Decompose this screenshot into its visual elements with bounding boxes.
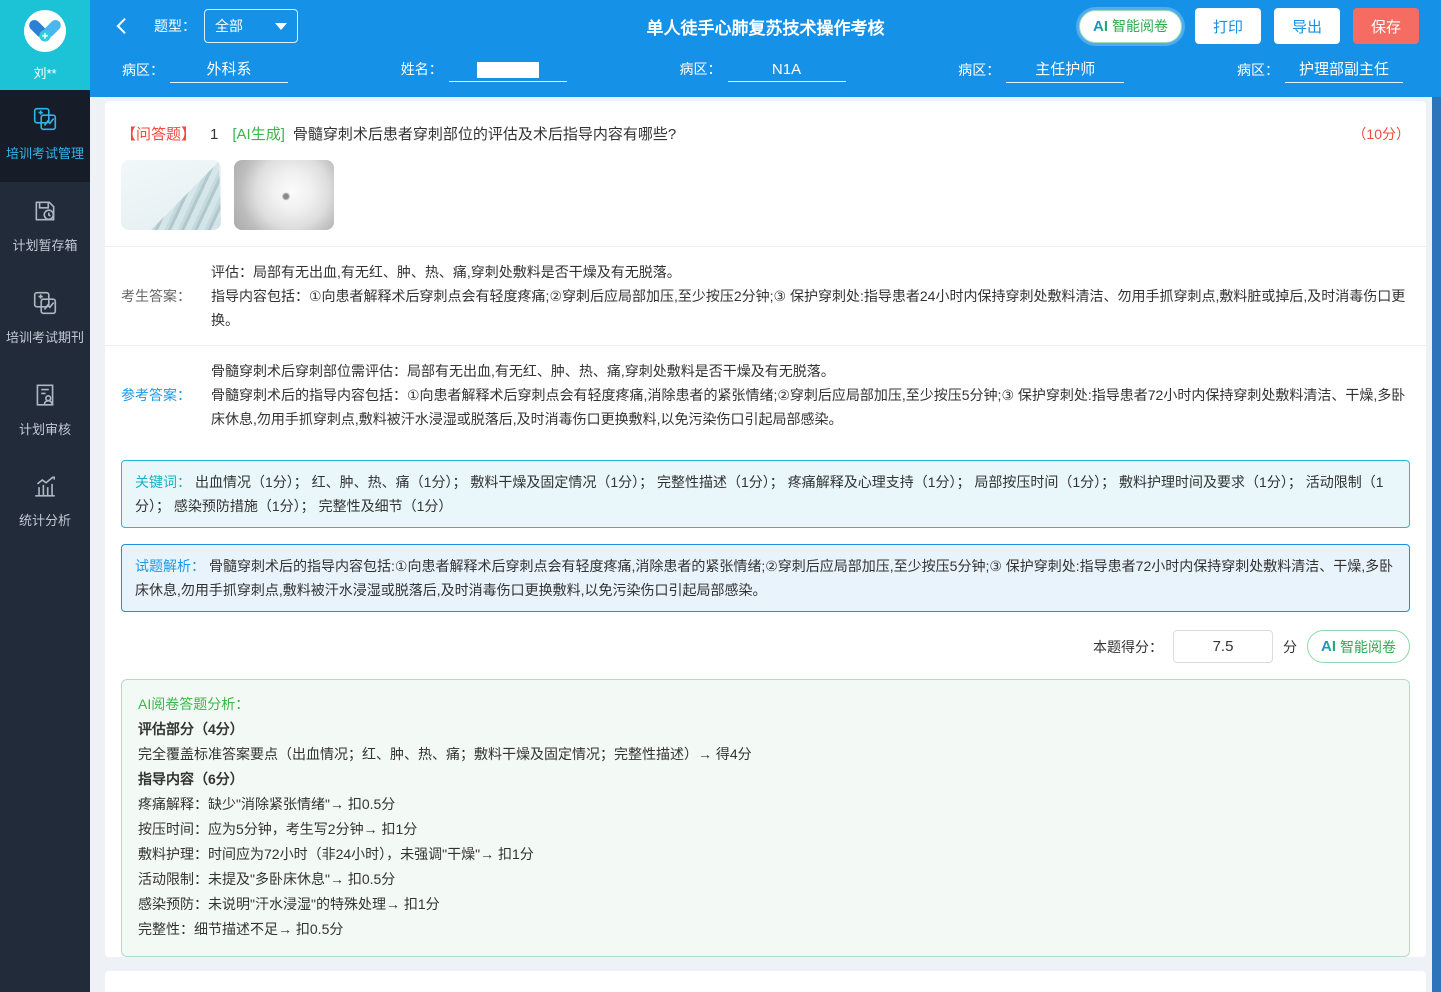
plan-review-icon bbox=[32, 382, 58, 413]
reference-answer-text: 骨髓穿刺术后穿刺部位需评估：局部有无出血,有无红、肿、热、痛,穿刺处敷料是否干燥… bbox=[211, 359, 1410, 431]
reference-answer-row: 参考答案： 骨髓穿刺术后穿刺部位需评估：局部有无出血,有无红、肿、热、痛,穿刺处… bbox=[105, 346, 1426, 444]
analysis-text: 骨髓穿刺术后的指导内容包括:①向患者解释术后穿刺点会有轻度疼痛,消除患者的紧张情… bbox=[135, 558, 1393, 598]
ward-value[interactable]: 外科系 bbox=[170, 58, 288, 83]
ai-analysis-line: 疼痛解释：缺少"消除紧张情绪"→ 扣0.5分 bbox=[138, 792, 1393, 817]
question-max-score: （10分） bbox=[1352, 124, 1410, 144]
ai-analysis-line: 活动限制：未提及"多卧床休息"→ 扣0.5分 bbox=[138, 867, 1393, 892]
statistics-icon bbox=[32, 473, 58, 504]
ai-analysis-title: AI阅卷答题分析： bbox=[138, 692, 1393, 717]
question-card-1: 【问答题】 1 [AI生成] 骨髓穿刺术后患者穿刺部位的评估及术后指导内容有哪些… bbox=[105, 101, 1426, 957]
user-name: 刘** bbox=[33, 63, 56, 82]
vertical-scrollbar[interactable] bbox=[1432, 97, 1441, 992]
question-type-label: 题型： bbox=[154, 16, 196, 36]
question-card-2: 【问答题】 2 [AI生成] 骨髓穿刺术后患者穿刺部位的评估及术后指导内容有哪些… bbox=[105, 971, 1426, 992]
ai-analysis-line: 按压时间：应为5分钟，考生写2分钟→ 扣1分 bbox=[138, 817, 1393, 842]
save-button[interactable]: 保存 bbox=[1353, 8, 1419, 44]
sidebar: 刘** 培训考试管理 计划暂 bbox=[0, 0, 90, 992]
chevron-down-icon bbox=[275, 23, 287, 30]
question-header: 【问答题】 1 [AI生成] 骨髓穿刺术后患者穿刺部位的评估及术后指导内容有哪些… bbox=[105, 101, 1426, 144]
question-header: 【问答题】 2 [AI生成] 骨髓穿刺术后患者穿刺部位的评估及术后指导内容有哪些… bbox=[105, 971, 1426, 992]
analysis-label: 试题解析： bbox=[135, 558, 205, 574]
question-analysis-box: 试题解析：骨髓穿刺术后的指导内容包括:①向患者解释术后穿刺点会有轻度疼痛,消除患… bbox=[121, 544, 1410, 612]
plan-draftbox-icon bbox=[32, 198, 58, 229]
sidebar-item-label: 计划审核 bbox=[19, 421, 71, 440]
exam-management-icon bbox=[32, 106, 58, 137]
question-image-building[interactable] bbox=[121, 160, 221, 230]
score-unit: 分 bbox=[1283, 637, 1297, 657]
ai-analysis-line: 完整性：细节描述不足→ 扣0.5分 bbox=[138, 917, 1393, 942]
ai-analysis-line: 敷料护理：时间应为72小时（非24小时），未强调"干燥"→ 扣1分 bbox=[138, 842, 1393, 867]
app-logo-heart-icon bbox=[23, 9, 67, 58]
ward-value-4[interactable]: 护理部副主任 bbox=[1285, 58, 1403, 83]
ward-field-2: 病区： N1A bbox=[680, 59, 846, 82]
ai-logo-icon: AI bbox=[1321, 638, 1336, 655]
header-toolbar: 题型： 全部 单人徒手心肺复苏技术操作考核 AI 智能阅卷 打印 导出 保存 bbox=[90, 0, 1441, 52]
ai-grade-button[interactable]: AI 智能阅卷 bbox=[1079, 10, 1182, 43]
print-button[interactable]: 打印 bbox=[1195, 8, 1261, 44]
question-image-spiral[interactable] bbox=[234, 160, 334, 230]
app-root: 刘** 培训考试管理 计划暂 bbox=[0, 0, 1441, 992]
reference-answer-label: 参考答案： bbox=[121, 359, 211, 431]
keywords-box: 关键词：出血情况（1分）； 红、肿、热、痛（1分）； 敷料干燥及固定情况（1分）… bbox=[121, 460, 1410, 528]
student-answer-label: 考生答案： bbox=[121, 260, 211, 332]
page-header: 题型： 全部 单人徒手心肺复苏技术操作考核 AI 智能阅卷 打印 导出 保存 bbox=[90, 0, 1441, 97]
ai-grade-question-button[interactable]: AI 智能阅卷 bbox=[1307, 630, 1410, 663]
redaction-block bbox=[477, 62, 539, 78]
question-type-tag: 【问答题】 bbox=[121, 123, 196, 144]
sidebar-item-label: 培训考试管理 bbox=[6, 145, 84, 164]
student-answer-row: 考生答案： 评估：局部有无出血,有无红、肿、热、痛,穿刺处敷料是否干燥及有无脱落… bbox=[105, 247, 1426, 345]
scrollbar-thumb[interactable] bbox=[1432, 97, 1441, 992]
back-button[interactable] bbox=[112, 13, 138, 39]
ai-analysis-line: 感染预防：未说明"汗水浸湿"的特殊处理→ 扣1分 bbox=[138, 892, 1393, 917]
question-type-value: 全部 bbox=[215, 16, 275, 36]
ward-field-3: 病区： 主任护师 bbox=[958, 58, 1124, 83]
user-avatar[interactable]: 刘** bbox=[0, 0, 90, 90]
ward-field: 病区： 外科系 bbox=[122, 58, 288, 83]
sidebar-item-plan-review[interactable]: 计划审核 bbox=[0, 366, 90, 458]
exam-info-bar: 病区： 外科系 姓名： 病区： N1A 病区： 主任护师 病区： 护理部副 bbox=[90, 52, 1441, 97]
question-type-select[interactable]: 全部 bbox=[204, 9, 298, 43]
score-row: 本题得分： 分 AI 智能阅卷 bbox=[105, 612, 1426, 663]
page-title: 单人徒手心肺复苏技术操作考核 bbox=[647, 14, 885, 39]
keywords-text: 出血情况（1分）； 红、肿、热、痛（1分）； 敷料干燥及固定情况（1分）； 完整… bbox=[135, 474, 1384, 514]
name-field: 姓名： bbox=[401, 59, 567, 82]
student-answer-text: 评估：局部有无出血,有无红、肿、热、痛,穿刺处敷料是否干燥及有无脱落。 指导内容… bbox=[211, 260, 1410, 332]
question-number: 1 bbox=[210, 126, 218, 143]
question-text: 骨髓穿刺术后患者穿刺部位的评估及术后指导内容有哪些? bbox=[293, 123, 676, 144]
sidebar-item-statistics[interactable]: 统计分析 bbox=[0, 457, 90, 549]
exam-journal-icon bbox=[32, 290, 58, 321]
ward-field-4: 病区： 护理部副主任 bbox=[1237, 58, 1403, 83]
score-input[interactable] bbox=[1173, 630, 1273, 663]
sidebar-item-label: 计划暂存箱 bbox=[12, 237, 77, 256]
sidebar-item-plan-draftbox[interactable]: 计划暂存箱 bbox=[0, 182, 90, 274]
ai-analysis-section-title: 指导内容（6分） bbox=[138, 767, 1393, 792]
main-panel: 题型： 全部 单人徒手心肺复苏技术操作考核 AI 智能阅卷 打印 导出 保存 bbox=[90, 0, 1441, 992]
sidebar-item-exam-management[interactable]: 培训考试管理 bbox=[0, 90, 90, 182]
content-scroll-area[interactable]: 【问答题】 1 [AI生成] 骨髓穿刺术后患者穿刺部位的评估及术后指导内容有哪些… bbox=[90, 97, 1441, 992]
ai-generated-tag: [AI生成] bbox=[232, 123, 285, 144]
keywords-label: 关键词： bbox=[135, 474, 191, 490]
ward-value-2[interactable]: N1A bbox=[728, 61, 846, 82]
ward-value-3[interactable]: 主任护师 bbox=[1006, 58, 1124, 83]
name-value-redacted[interactable] bbox=[449, 61, 567, 82]
ai-analysis-section-title: 评估部分（4分） bbox=[138, 717, 1393, 742]
sidebar-item-label: 统计分析 bbox=[19, 512, 71, 531]
ai-logo-icon: AI bbox=[1093, 18, 1108, 35]
export-button[interactable]: 导出 bbox=[1274, 8, 1340, 44]
sidebar-item-exam-journal[interactable]: 培训考试期刊 bbox=[0, 274, 90, 366]
ai-grading-analysis-box: AI阅卷答题分析： 评估部分（4分） 完全覆盖标准答案要点（出血情况；红、肿、热… bbox=[121, 679, 1410, 957]
score-label: 本题得分： bbox=[1093, 637, 1163, 657]
header-actions: AI 智能阅卷 打印 导出 保存 bbox=[1079, 8, 1419, 44]
question-images bbox=[105, 144, 1426, 230]
sidebar-item-label: 培训考试期刊 bbox=[6, 329, 84, 348]
ai-analysis-line: 完全覆盖标准答案要点（出血情况；红、肿、热、痛；敷料干燥及固定情况；完整性描述）… bbox=[138, 742, 1393, 767]
